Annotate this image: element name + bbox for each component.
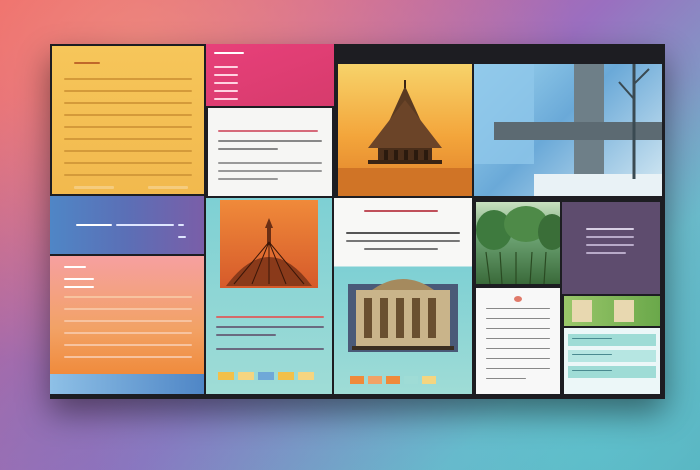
orange-lined-card	[50, 256, 204, 376]
museum-card	[334, 198, 472, 394]
pagoda-icon	[338, 80, 472, 196]
tower-card	[206, 198, 332, 394]
blue-strip	[50, 374, 204, 394]
tree-icon	[474, 64, 662, 196]
museum-icon	[352, 279, 454, 350]
teal-list-card	[564, 328, 660, 394]
pagoda-photo	[338, 64, 472, 196]
purple-card	[562, 202, 660, 294]
forest-photo	[476, 202, 560, 284]
small-photo	[564, 296, 660, 326]
white-text-card	[208, 108, 332, 196]
collage-board	[50, 44, 665, 399]
winter-tree-photo	[474, 64, 662, 196]
document-card	[476, 288, 560, 394]
yellow-lined-card	[52, 46, 204, 194]
pink-card	[206, 44, 334, 106]
tower-icon	[226, 218, 312, 286]
blue-banner-card	[50, 196, 204, 254]
